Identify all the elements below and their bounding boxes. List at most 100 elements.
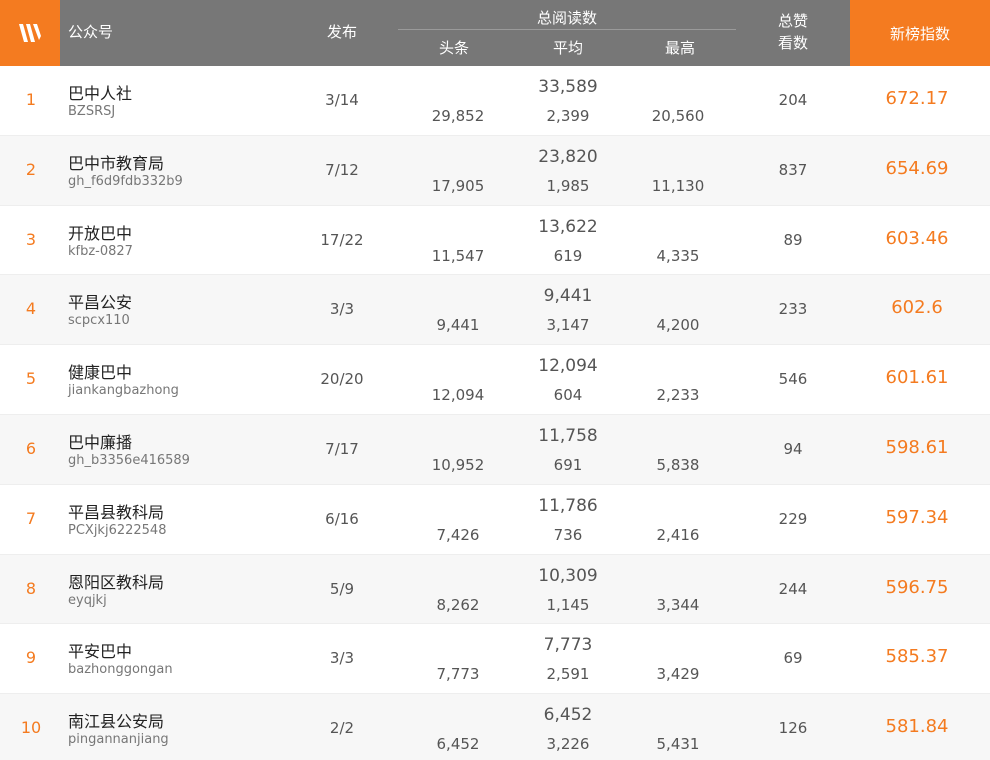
account-name[interactable]: 巴中人社 xyxy=(68,80,132,104)
max-reads: 20,560 xyxy=(651,107,705,125)
account-name[interactable]: 平安巴中 xyxy=(68,638,132,662)
account-id: pingannanjiang xyxy=(68,732,169,748)
logo xyxy=(0,0,60,66)
total-reads: 6,452 xyxy=(543,705,593,726)
rank-number: 10 xyxy=(20,718,42,738)
headline-reads: 10,952 xyxy=(431,455,485,474)
likes-count: 89 xyxy=(783,230,803,249)
account-id: jiankangbazhong xyxy=(68,383,179,399)
total-reads: 11,786 xyxy=(538,495,598,516)
rank-number: 6 xyxy=(25,438,37,458)
header-headline-reads[interactable]: 头条 xyxy=(414,37,494,58)
account-id: gh_b3356e416589 xyxy=(68,452,190,468)
header-account[interactable]: 公众号 xyxy=(68,21,113,42)
posts-count: 5/9 xyxy=(329,579,355,598)
average-reads: 3,226 xyxy=(546,735,590,754)
rank-number: 4 xyxy=(25,299,37,319)
table-row[interactable]: 4 平昌公安 scpcx110 3/3 9,441 9,441 3,147 4,… xyxy=(0,275,990,346)
newrank-index-score: 602.6 xyxy=(891,297,943,319)
table-row[interactable]: 8 恩阳区教科局 eyqjkj 5/9 10,309 8,262 1,145 3… xyxy=(0,554,990,625)
table-row[interactable]: 7 平昌县教科局 PCXjkj6222548 6/16 11,786 7,426… xyxy=(0,485,990,555)
newrank-index-score: 581.84 xyxy=(885,716,949,738)
posts-count: 3/14 xyxy=(325,91,359,109)
average-reads: 691 xyxy=(553,455,583,474)
account-id: kfbz-0827 xyxy=(68,243,133,259)
table-row[interactable]: 10 南江县公安局 pingannanjiang 2/2 6,452 6,452… xyxy=(0,694,990,760)
table-body: 1 巴中人社 BZSRSJ 3/14 33,589 29,852 2,399 2… xyxy=(0,66,990,760)
posts-count: 3/3 xyxy=(329,649,355,668)
average-reads: 2,399 xyxy=(546,107,590,125)
posts-count: 2/2 xyxy=(329,719,355,738)
newrank-index-score: 596.75 xyxy=(885,576,949,598)
likes-count: 837 xyxy=(778,160,808,179)
max-reads: 11,130 xyxy=(651,176,705,195)
max-reads: 3,429 xyxy=(656,665,700,684)
header-average-reads[interactable]: 平均 xyxy=(528,37,608,58)
headline-reads: 12,094 xyxy=(431,386,485,405)
average-reads: 736 xyxy=(553,525,583,544)
account-id: PCXjkj6222548 xyxy=(68,522,167,538)
table-row[interactable]: 5 健康巴中 jiankangbazhong 20/20 12,094 12,0… xyxy=(0,345,990,415)
average-reads: 1,985 xyxy=(546,176,590,195)
max-reads: 3,344 xyxy=(656,595,700,614)
table-header: 公众号 发布 总阅读数 头条 平均 最高 总赞 看数 新榜指数 xyxy=(0,0,990,66)
max-reads: 2,416 xyxy=(656,525,700,544)
newrank-index-score: 597.34 xyxy=(885,506,949,528)
average-reads: 2,591 xyxy=(546,665,590,684)
max-reads: 5,838 xyxy=(656,455,700,474)
newrank-logo-icon xyxy=(19,24,41,42)
header-posts[interactable]: 发布 xyxy=(312,21,372,42)
rank-number: 5 xyxy=(25,369,37,389)
account-name[interactable]: 恩阳区教科局 xyxy=(68,569,164,593)
header-likes[interactable]: 总赞 看数 xyxy=(758,10,828,54)
headline-reads: 6,452 xyxy=(436,735,480,754)
account-id: bazhonggongan xyxy=(68,662,173,678)
header-likes-line2: 看数 xyxy=(777,34,808,52)
posts-count: 20/20 xyxy=(320,370,364,389)
headline-reads: 17,905 xyxy=(431,176,485,195)
rank-number: 2 xyxy=(25,159,37,179)
total-reads: 33,589 xyxy=(538,77,598,97)
headline-reads: 9,441 xyxy=(436,316,480,335)
total-reads: 7,773 xyxy=(543,635,593,656)
likes-count: 546 xyxy=(778,370,808,389)
account-name[interactable]: 平昌县教科局 xyxy=(68,499,164,523)
newrank-index-score: 603.46 xyxy=(885,227,949,249)
headline-reads: 29,852 xyxy=(431,107,485,125)
newrank-index-score: 585.37 xyxy=(885,646,949,668)
likes-count: 94 xyxy=(783,439,803,458)
table-row[interactable]: 3 开放巴中 kfbz-0827 17/22 13,622 11,547 619… xyxy=(0,206,990,276)
account-name[interactable]: 南江县公安局 xyxy=(68,708,164,732)
max-reads: 4,335 xyxy=(656,246,700,265)
average-reads: 619 xyxy=(553,246,583,265)
average-reads: 1,145 xyxy=(546,595,590,614)
total-reads: 10,309 xyxy=(538,565,598,586)
account-name[interactable]: 平昌公安 xyxy=(68,289,132,313)
table-row[interactable]: 6 巴中廉播 gh_b3356e416589 7/17 11,758 10,95… xyxy=(0,414,990,485)
likes-count: 126 xyxy=(778,719,808,738)
max-reads: 5,431 xyxy=(656,735,700,754)
total-reads: 12,094 xyxy=(538,356,598,377)
total-reads: 23,820 xyxy=(538,146,598,167)
table-row[interactable]: 1 巴中人社 BZSRSJ 3/14 33,589 29,852 2,399 2… xyxy=(0,66,990,136)
table-row[interactable]: 9 平安巴中 bazhonggongan 3/3 7,773 7,773 2,5… xyxy=(0,624,990,695)
header-max-reads[interactable]: 最高 xyxy=(640,37,720,58)
account-name[interactable]: 巴中市教育局 xyxy=(68,150,164,174)
average-reads: 604 xyxy=(553,386,583,405)
account-name[interactable]: 开放巴中 xyxy=(68,220,132,244)
account-name[interactable]: 健康巴中 xyxy=(68,359,132,383)
headline-reads: 8,262 xyxy=(436,595,480,614)
rank-number: 8 xyxy=(25,578,37,598)
posts-count: 7/12 xyxy=(325,160,359,179)
likes-count: 69 xyxy=(783,649,803,668)
likes-count: 244 xyxy=(778,579,808,598)
posts-count: 6/16 xyxy=(325,509,359,528)
max-reads: 4,200 xyxy=(656,316,700,335)
headline-reads: 11,547 xyxy=(431,246,485,265)
account-id: BZSRSJ xyxy=(68,104,116,119)
account-name[interactable]: 巴中廉播 xyxy=(68,429,132,453)
table-row[interactable]: 2 巴中市教育局 gh_f6d9fdb332b9 7/12 23,820 17,… xyxy=(0,135,990,206)
likes-count: 229 xyxy=(778,509,808,528)
ranking-table: 公众号 发布 总阅读数 头条 平均 最高 总赞 看数 新榜指数 1 巴中人社 B… xyxy=(0,0,990,760)
header-newrank-index[interactable]: 新榜指数 xyxy=(850,0,990,66)
